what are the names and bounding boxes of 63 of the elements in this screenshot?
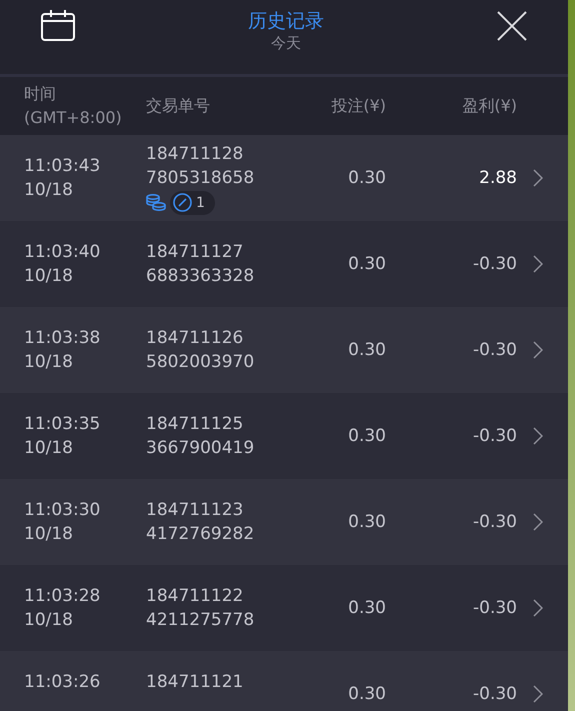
date-text: 10/18 [24,523,74,546]
chevron-right-icon [533,685,543,703]
profit-amount: -0.30 [472,339,517,362]
record-row[interactable]: 11:03:38 10/18 184711126 5802003970 0.30 -0.30 [0,307,568,393]
time-text: 11:03:43 [24,155,102,178]
profit-amount: -0.30 [472,683,517,706]
chevron-right-icon [533,341,543,359]
page-subtitle: 今天 [271,34,301,52]
date-text: 10/18 [24,265,74,288]
chevron-right-icon [533,169,543,187]
count-text: 1 [196,194,205,212]
chevron-right-icon [533,599,543,617]
order-number: 184711121 [146,671,244,694]
order-number: 184711128 [146,142,244,166]
column-heading: 时间 [24,83,56,105]
date-text: 10/18 [24,351,74,374]
column-heading: (GMT+8:00) [24,107,122,129]
chevron-right-icon [533,255,543,273]
profit-amount: -0.30 [472,511,517,534]
page-title: 历史记录 [248,9,324,34]
order-number: 5802003970 [146,351,256,374]
time-text: 11:03:26 [24,671,102,694]
date-text: 10/18 [24,609,74,632]
order-number: 184711125 [146,413,244,436]
chevron-right-icon [533,513,543,531]
record-row[interactable]: 11:03:43 10/18 184711128 7805318658 1 0.30 2.88 [0,135,568,221]
order-number: 184711127 [146,241,244,264]
stake-amount: 0.30 [347,425,386,448]
order-number: 3667900419 [146,437,256,460]
time-text: 11:03:38 [24,327,102,350]
close-icon [496,10,528,42]
profit-amount: -0.30 [472,253,517,276]
time-text: 11:03:40 [24,241,102,264]
order-number: 6883363328 [146,265,256,288]
record-row[interactable]: 11:03:26 184711121 0.30 -0.30 [0,651,568,711]
calendar-icon [40,9,76,41]
chevron-right-icon [533,427,543,445]
order-number: 4211275778 [146,609,256,632]
time-text: 11:03:28 [24,585,102,608]
stake-amount: 0.30 [347,339,386,362]
stake-amount: 0.30 [347,597,386,620]
stake-amount: 0.30 [347,683,386,706]
record-row[interactable]: 11:03:30 10/18 184711123 4172769282 0.30 -0.30 [0,479,568,565]
order-number: 184711126 [146,327,244,350]
calendar-button[interactable] [38,8,78,42]
column-heading: 投注(¥) [331,95,386,117]
column-heading: 交易单号 [146,95,210,117]
coins-icon [146,194,166,212]
date-text: 10/18 [24,179,74,202]
order-number: 7805318658 [146,166,256,190]
stake-amount: 0.30 [347,253,386,276]
stake-amount: 0.30 [347,167,386,190]
time-text: 11:03:35 [24,413,102,436]
stake-amount: 0.30 [347,511,386,534]
profit-amount: 2.88 [478,167,517,190]
profit-amount: -0.30 [472,597,517,620]
order-number: 184711123 [146,499,244,522]
time-text: 11:03:30 [24,499,102,522]
profit-amount: -0.30 [472,425,517,448]
order-number: 4172769282 [146,523,256,546]
date-text: 10/18 [24,437,74,460]
order-number: 184711122 [146,585,244,608]
column-heading: 盈利(¥) [462,95,517,117]
